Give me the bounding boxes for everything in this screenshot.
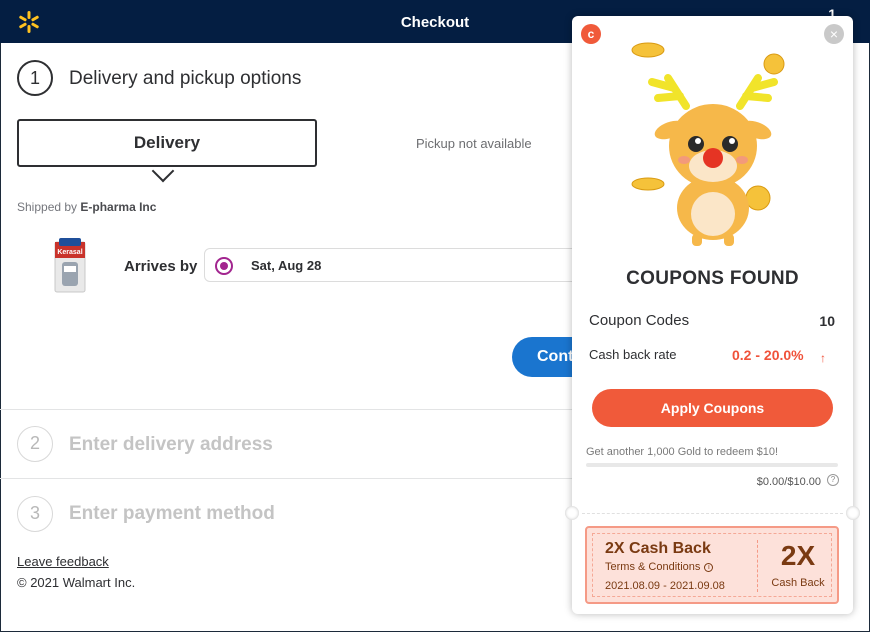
ticket-title: 2X Cash Back [605, 540, 711, 557]
terms-label: Terms & Conditions [605, 561, 701, 573]
close-icon[interactable]: × [824, 24, 844, 44]
pickup-tab[interactable]: Pickup not available [416, 136, 532, 151]
gold-progress-bar [586, 463, 838, 467]
arrival-date: Sat, Aug 28 [251, 258, 322, 273]
ticket-cash-back-label: Cash Back [771, 577, 825, 589]
divider [0, 409, 575, 410]
seller-name: E-pharma Inc [80, 200, 157, 214]
shipped-by-text: Shipped by E-pharma Inc [17, 200, 156, 214]
leave-feedback-link[interactable]: Leave feedback [17, 554, 109, 569]
separator [582, 513, 843, 514]
step-2-title: Enter delivery address [69, 434, 273, 455]
gold-amount: $0.00/$10.00 [756, 476, 821, 488]
step-3-number: 3 [17, 496, 53, 532]
selected-radio-icon[interactable] [215, 257, 233, 275]
cash-back-rate-label: Cash back rate [589, 347, 677, 362]
step-2-number: 2 [17, 426, 53, 462]
cash-back-ticket[interactable]: 2X Cash Back Terms & Conditions i 2021.08… [585, 526, 839, 604]
step-1-title: Delivery and pickup options [69, 68, 302, 89]
help-icon[interactable]: ? [827, 474, 839, 486]
ticket-multiplier: 2X [780, 540, 816, 571]
ticket-dates: 2021.08.09 - 2021.09.08 [605, 580, 725, 592]
step-3-title: Enter payment method [69, 503, 275, 524]
step-1-number: 1 [17, 60, 53, 96]
arrives-by-label: Arrives by [124, 258, 198, 275]
product-thumbnail[interactable]: Kerasal [53, 236, 89, 294]
copyright-text: © 2021 Walmart Inc. [17, 575, 136, 590]
divider [0, 478, 575, 479]
ticket-notch-left [565, 506, 579, 520]
coupon-codes-count: 10 [819, 313, 835, 329]
cash-back-rate-value: 0.2 - 20.0% [732, 347, 804, 363]
product-brand-text: Kerasal [57, 249, 82, 256]
arrow-up-icon: ↑ [820, 351, 826, 365]
info-icon[interactable]: i [704, 562, 714, 572]
coupon-codes-label: Coupon Codes [589, 312, 690, 329]
delivery-tab[interactable]: Delivery [17, 119, 317, 167]
ticket-notch-right [846, 506, 860, 520]
shipped-by-label: Shipped by [17, 200, 78, 214]
apply-coupons-button[interactable]: Apply Coupons [592, 389, 833, 427]
coupon-brand-icon: c [581, 24, 601, 44]
terms-conditions-link[interactable]: Terms & Conditions i [605, 561, 714, 573]
reindeer-illustration [631, 42, 785, 246]
coupons-found-heading: COUPONS FOUND [626, 268, 799, 289]
ticket-separator [757, 540, 758, 592]
arrival-date-option[interactable]: Sat, Aug 28 [204, 248, 594, 282]
gold-redeem-text: Get another 1,000 Gold to redeem $10! [586, 446, 779, 458]
coupon-popup: c × COUPONS FOUND Coupon Codes 10 Cash b… [565, 16, 860, 614]
